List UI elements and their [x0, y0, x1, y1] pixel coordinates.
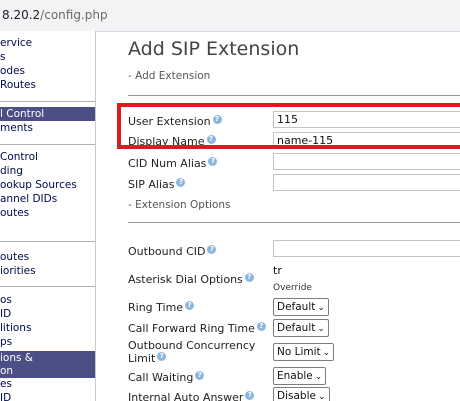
sidebar-item[interactable]: s — [0, 50, 95, 64]
internal-auto-answer-select[interactable]: Disable ⌄ — [273, 387, 330, 401]
call-waiting-label-text: Call Waiting — [128, 371, 194, 384]
sidebar-item[interactable]: ding — [0, 164, 95, 178]
help-icon[interactable]: ? — [244, 273, 254, 282]
internal-auto-answer-label: Internal Auto Answer? — [128, 391, 255, 401]
ring-time-label-text: Ring Time — [128, 301, 184, 314]
help-icon[interactable]: ? — [207, 245, 217, 254]
asterisk-dial-options-label: Asterisk Dial Options? — [128, 273, 254, 286]
cid-num-alias-label: CID Num Alias? — [128, 157, 218, 170]
outbound-cid-input[interactable] — [273, 240, 460, 257]
call-forward-ring-time-label-text: Call Forward Ring Time — [128, 322, 255, 335]
outbound-cid-label: Outbound CID? — [128, 245, 217, 258]
sidebar-section-header: l Control — [0, 107, 95, 121]
sidebar-item[interactable]: es — [0, 377, 95, 391]
url-text: 8.20.2/config.php — [2, 8, 108, 22]
call-forward-ring-time-label: Call Forward Ring Time? — [128, 322, 266, 335]
sidebar-item[interactable]: Control — [0, 150, 95, 164]
help-icon[interactable]: ? — [208, 157, 218, 166]
sidebar-item[interactable]: outes — [0, 250, 95, 264]
call-forward-ring-time-value: Default — [277, 322, 316, 334]
sidebar-item[interactable]: ID — [0, 391, 95, 401]
url-path: /config.php — [40, 8, 108, 22]
sidebar-divider — [0, 144, 95, 145]
section-add-extension: - Add Extension — [128, 70, 211, 82]
outbound-concurrency-select[interactable]: No Limit ⌄ — [273, 343, 335, 361]
cid-num-alias-label-text: CID Num Alias — [128, 157, 207, 170]
sidebar-divider — [0, 241, 95, 242]
outbound-concurrency-label-cont: Limit? — [128, 352, 167, 365]
sidebar-item[interactable]: ments — [0, 121, 95, 135]
sidebar-item[interactable]: litions — [0, 321, 95, 335]
sidebar-item[interactable]: ID — [0, 307, 95, 321]
sidebar-section-header-cont: on — [0, 364, 95, 378]
outbound-concurrency-label-line2: Limit — [128, 352, 156, 365]
chevron-down-icon: ⌄ — [317, 303, 325, 313]
ring-time-label: Ring Time? — [128, 301, 195, 314]
cid-num-alias-input[interactable] — [273, 153, 460, 170]
outbound-cid-label-text: Outbound CID — [128, 245, 206, 258]
sidebar-item[interactable]: ps — [0, 335, 95, 349]
sidebar-item[interactable]: os — [0, 293, 95, 307]
page-title: Add SIP Extension — [128, 38, 300, 60]
call-waiting-select[interactable]: Enable ⌄ — [273, 367, 327, 385]
internal-auto-answer-value: Disable — [277, 390, 316, 401]
sidebar-divider — [0, 101, 95, 102]
main-content: Add SIP Extension - Add Extension User E… — [96, 31, 460, 401]
outbound-concurrency-label-line1: Outbound Concurrency — [128, 339, 256, 352]
ring-time-select[interactable]: Default ⌄ — [273, 298, 329, 316]
sidebar: ervice s odes Routes l Control ments Con… — [0, 31, 96, 401]
call-forward-ring-time-select[interactable]: Default ⌄ — [273, 319, 329, 337]
ring-time-value: Default — [277, 301, 316, 313]
browser-address-bar[interactable]: 8.20.2/config.php — [0, 0, 460, 32]
internal-auto-answer-label-text: Internal Auto Answer — [128, 391, 244, 401]
url-host: 8.20.2 — [2, 8, 41, 22]
sidebar-item[interactable]: Routes — [0, 78, 95, 92]
asterisk-dial-options-value[interactable]: tr — [273, 264, 282, 277]
help-icon[interactable]: ? — [157, 352, 167, 361]
chevron-down-icon: ⌄ — [322, 348, 331, 358]
sip-alias-label-text: SIP Alias — [128, 178, 175, 191]
sip-alias-input[interactable] — [273, 174, 460, 191]
chevron-down-icon: ⌄ — [317, 392, 326, 401]
outbound-concurrency-value: No Limit — [277, 346, 321, 358]
help-icon[interactable]: ? — [195, 371, 205, 380]
section-divider — [128, 95, 460, 96]
call-waiting-value: Enable — [277, 370, 313, 382]
help-icon[interactable]: ? — [176, 178, 186, 187]
sidebar-item[interactable]: iorities — [0, 264, 95, 278]
sidebar-item[interactable]: outes — [0, 206, 95, 220]
outbound-concurrency-label: Outbound Concurrency — [128, 339, 255, 352]
sip-alias-label: SIP Alias? — [128, 178, 186, 191]
highlight-annotation — [117, 103, 460, 149]
override-link[interactable]: Override — [273, 283, 312, 293]
sidebar-item[interactable]: ervice — [0, 36, 95, 50]
sidebar-divider — [0, 286, 95, 287]
sidebar-section-header: ions & — [0, 351, 95, 365]
sidebar-item[interactable]: ookup Sources — [0, 178, 95, 192]
section-divider — [128, 222, 460, 223]
help-icon[interactable]: ? — [185, 301, 195, 310]
chevron-down-icon: ⌄ — [314, 372, 323, 382]
call-waiting-label: Call Waiting? — [128, 371, 205, 384]
sidebar-item[interactable]: annel DIDs — [0, 192, 95, 206]
sidebar-item[interactable]: odes — [0, 64, 95, 78]
asterisk-dial-options-label-text: Asterisk Dial Options — [128, 273, 243, 286]
section-extension-options: - Extension Options — [128, 199, 231, 211]
chevron-down-icon: ⌄ — [317, 324, 325, 334]
help-icon[interactable]: ? — [245, 391, 255, 400]
help-icon[interactable]: ? — [256, 322, 266, 331]
